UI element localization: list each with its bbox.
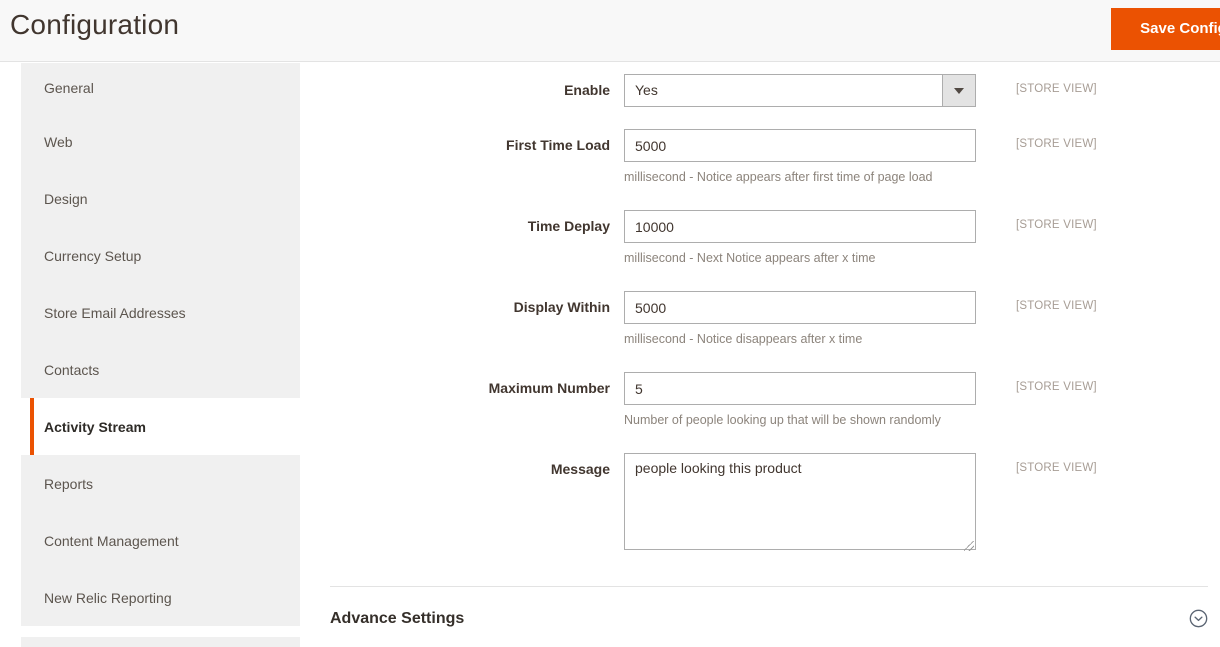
maximum-number-input[interactable] xyxy=(624,372,976,405)
display-within-label: Display Within xyxy=(513,299,610,315)
sidebar-item-web[interactable]: Web xyxy=(21,113,300,170)
sidebar-item-label: Activity Stream xyxy=(44,418,146,435)
maximum-number-label: Maximum Number xyxy=(488,380,610,396)
sidebar-item-activity-stream[interactable]: Activity Stream xyxy=(21,398,300,455)
sidebar-item-label: Currency Setup xyxy=(44,247,142,264)
sidebar-item-content-management[interactable]: Content Management xyxy=(21,512,300,569)
sidebar-item-new-relic-reporting[interactable]: New Relic Reporting xyxy=(21,569,300,626)
first-time-load-note: millisecond - Notice appears after first… xyxy=(624,170,933,184)
section-divider xyxy=(330,586,1208,587)
scope-badge: [STORE VIEW] xyxy=(1016,300,1097,312)
sidebar-item-label: Design xyxy=(44,190,88,207)
advance-settings-title: Advance Settings xyxy=(330,609,465,627)
time-deplay-note: millisecond - Next Notice appears after … xyxy=(624,251,876,265)
resize-grip-icon[interactable] xyxy=(964,541,974,551)
caret-down-icon[interactable] xyxy=(942,75,975,106)
scope-badge: [STORE VIEW] xyxy=(1016,381,1097,393)
sidebar-item-store-email-addresses[interactable]: Store Email Addresses xyxy=(21,284,300,341)
display-within-note: millisecond - Notice disappears after x … xyxy=(624,332,863,346)
field-row-maximum-number: Maximum Number Number of people looking … xyxy=(330,372,1208,430)
page-header: Configuration Save Config xyxy=(0,0,1220,62)
sidebar-item-label: New Relic Reporting xyxy=(44,589,172,606)
field-row-enable: Enable Yes [STORE VIEW] xyxy=(330,74,1208,107)
page-title: Configuration xyxy=(10,9,180,40)
enable-select-value: Yes xyxy=(635,82,658,98)
advance-settings-section-header[interactable]: Advance Settings xyxy=(330,609,1208,628)
activity-stream-settings-form: Enable Yes [STORE VIEW] First Time Load … xyxy=(300,63,1220,647)
sidebar-item-reports[interactable]: Reports xyxy=(21,455,300,512)
message-label: Message xyxy=(550,461,610,477)
scope-badge: [STORE VIEW] xyxy=(1016,462,1097,474)
sidebar-item-label: Reports xyxy=(44,475,94,492)
enable-label: Enable xyxy=(564,82,610,98)
chevron-down-circle-icon[interactable] xyxy=(1189,609,1208,628)
sidebar-next-section-edge xyxy=(21,637,300,647)
field-row-message: Message people looking this product [STO… xyxy=(330,453,1208,555)
maximum-number-note: Number of people looking up that will be… xyxy=(624,413,941,427)
sidebar-item-label: Store Email Addresses xyxy=(44,304,186,321)
sidebar-item-label: Web xyxy=(44,133,73,150)
sidebar-item-contacts[interactable]: Contacts xyxy=(21,341,300,398)
config-sidebar: General Web Design Currency Setup Store … xyxy=(21,63,300,626)
first-time-load-label: First Time Load xyxy=(506,137,610,153)
display-within-input[interactable] xyxy=(624,291,976,324)
save-config-button[interactable]: Save Config xyxy=(1111,8,1220,50)
time-deplay-label: Time Deplay xyxy=(527,218,610,234)
field-row-time-deplay: Time Deplay millisecond - Next Notice ap… xyxy=(330,210,1208,268)
sidebar-item-label: General xyxy=(44,80,94,96)
enable-select[interactable]: Yes xyxy=(624,74,976,107)
sidebar-item-label: Contacts xyxy=(44,361,100,378)
scope-badge: [STORE VIEW] xyxy=(1016,138,1097,150)
field-row-display-within: Display Within millisecond - Notice disa… xyxy=(330,291,1208,349)
sidebar-item-general[interactable]: General xyxy=(21,63,300,113)
first-time-load-input[interactable] xyxy=(624,129,976,162)
scope-badge: [STORE VIEW] xyxy=(1016,219,1097,231)
sidebar-item-design[interactable]: Design xyxy=(21,170,300,227)
message-textarea[interactable]: people looking this product xyxy=(624,453,976,550)
sidebar-item-currency-setup[interactable]: Currency Setup xyxy=(21,227,300,284)
scope-badge: [STORE VIEW] xyxy=(1016,83,1097,95)
field-row-first-time-load: First Time Load millisecond - Notice app… xyxy=(330,129,1208,187)
time-deplay-input[interactable] xyxy=(624,210,976,243)
sidebar-item-label: Content Management xyxy=(44,532,179,549)
